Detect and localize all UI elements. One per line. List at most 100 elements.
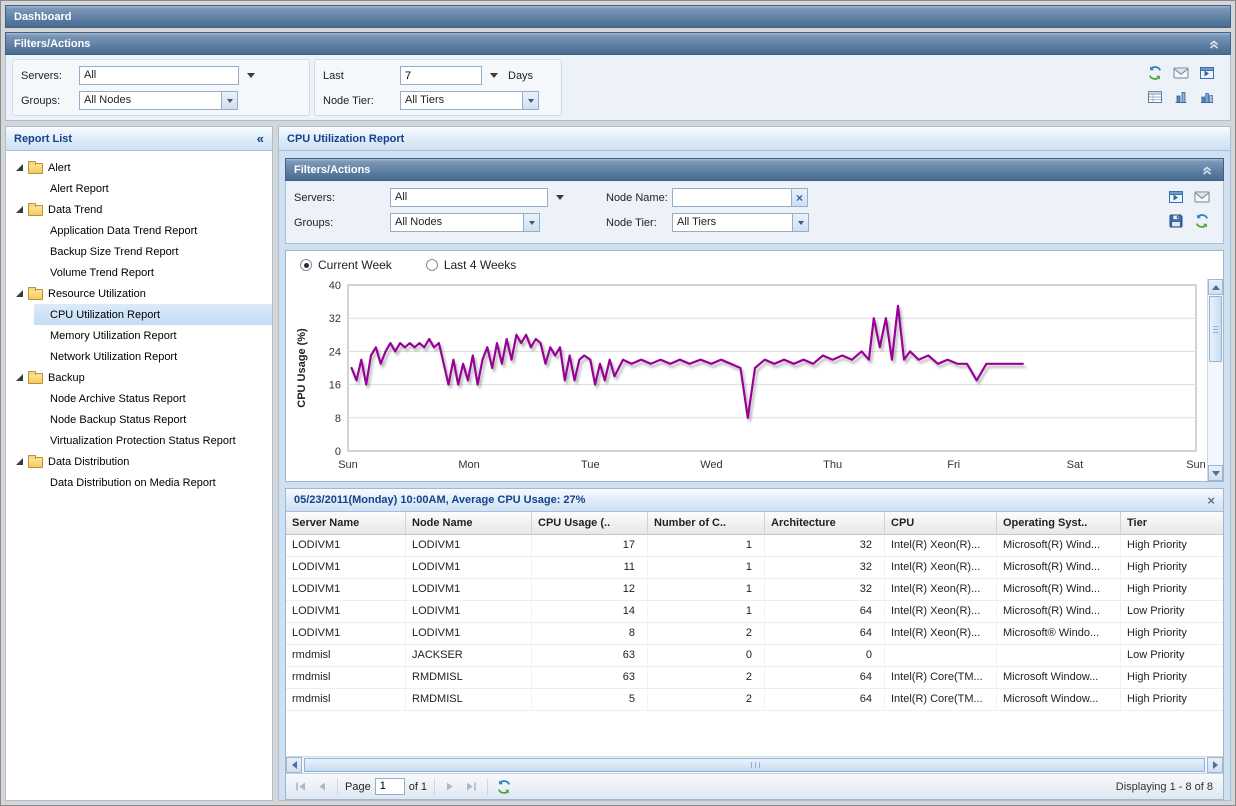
radio-current-week[interactable]: Current Week <box>300 258 392 272</box>
tree-folder-item[interactable]: Alert <box>6 157 272 178</box>
table-row[interactable]: LODIVM1LODIVM111132Intel(R) Xeon(R)...Mi… <box>286 557 1223 579</box>
expanded-node-icon[interactable] <box>16 374 23 381</box>
report-list-item[interactable]: Volume Trend Report <box>34 262 272 283</box>
table-cell <box>997 645 1121 666</box>
scroll-left-icon[interactable] <box>286 757 302 773</box>
vscroll-thumb[interactable] <box>1209 296 1222 362</box>
first-page-icon[interactable] <box>292 778 309 795</box>
dropdown-arrow-icon[interactable] <box>523 213 540 232</box>
table-body: LODIVM1LODIVM117132Intel(R) Xeon(R)...Mi… <box>286 535 1223 711</box>
table-cell: RMDMISL <box>406 689 532 710</box>
table-row[interactable]: rmdmislJACKSER6300Low Priority <box>286 645 1223 667</box>
node-tier-combo[interactable]: All Tiers <box>400 91 523 110</box>
close-icon[interactable]: × <box>1207 493 1215 508</box>
column-header[interactable]: Operating Syst.. <box>997 512 1121 534</box>
report-list-item[interactable]: CPU Utilization Report <box>34 304 272 325</box>
scroll-up-icon[interactable] <box>1208 279 1223 295</box>
export-icon[interactable] <box>1198 64 1216 82</box>
report-list-item[interactable]: Network Utilization Report <box>34 346 272 367</box>
report-list-item[interactable]: Node Archive Status Report <box>34 388 272 409</box>
report-list-item[interactable]: Data Distribution on Media Report <box>34 472 272 493</box>
column-header[interactable]: CPU Usage (.. <box>532 512 648 534</box>
table-cell: 64 <box>765 623 885 644</box>
column-header[interactable]: Number of C.. <box>648 512 765 534</box>
dropdown-arrow-icon[interactable] <box>221 91 238 110</box>
expanded-node-icon[interactable] <box>16 206 23 213</box>
report-list-item[interactable]: Alert Report <box>34 178 272 199</box>
dropdown-arrow-icon[interactable] <box>522 91 539 110</box>
servers-combo[interactable]: All <box>390 188 548 207</box>
radio-icon[interactable] <box>300 259 312 271</box>
expanded-node-icon[interactable] <box>16 164 23 171</box>
dropdown-arrow-icon[interactable] <box>556 195 564 200</box>
expanded-node-icon[interactable] <box>16 290 23 297</box>
column-header[interactable]: Server Name <box>286 512 406 534</box>
radio-icon[interactable] <box>426 259 438 271</box>
report-item-label: Virtualization Protection Status Report <box>50 435 236 447</box>
tree-folder-item[interactable]: Backup <box>6 367 272 388</box>
table-cell: Microsoft Window... <box>997 689 1121 710</box>
report-list-item[interactable]: Application Data Trend Report <box>34 220 272 241</box>
summary-view-icon[interactable] <box>1146 88 1164 106</box>
top-filters-header[interactable]: Filters/Actions <box>5 32 1231 55</box>
table-row[interactable]: rmdmislRMDMISL63264Intel(R) Core(TM...Mi… <box>286 667 1223 689</box>
table-row[interactable]: LODIVM1LODIVM114164Intel(R) Xeon(R)...Mi… <box>286 601 1223 623</box>
application-window: Dashboard Filters/Actions Servers: All G… <box>0 0 1236 806</box>
page-number-input[interactable] <box>375 778 405 795</box>
groups-combo[interactable]: All Nodes <box>79 91 222 110</box>
column-header[interactable]: Architecture <box>765 512 885 534</box>
save-icon[interactable] <box>1167 212 1185 230</box>
column-chart-icon[interactable] <box>1198 88 1216 106</box>
column-header[interactable]: Tier <box>1121 512 1223 534</box>
prev-page-icon[interactable] <box>313 778 330 795</box>
email-icon[interactable] <box>1193 188 1211 206</box>
email-icon[interactable] <box>1172 64 1190 82</box>
table-cell: High Priority <box>1121 557 1223 578</box>
column-header[interactable]: Node Name <box>406 512 532 534</box>
last-days-input[interactable] <box>400 66 482 85</box>
table-row[interactable]: rmdmislRMDMISL5264Intel(R) Core(TM...Mic… <box>286 689 1223 711</box>
refresh-icon[interactable] <box>495 778 512 795</box>
column-header[interactable]: CPU <box>885 512 997 534</box>
table-cell: 63 <box>532 667 648 688</box>
report-list-item[interactable]: Virtualization Protection Status Report <box>34 430 272 451</box>
groups-combo[interactable]: All Nodes <box>390 213 524 232</box>
scroll-right-icon[interactable] <box>1207 757 1223 773</box>
table-header-row: Server NameNode NameCPU Usage (..Number … <box>286 512 1223 535</box>
tree-folder-item[interactable]: Resource Utilization <box>6 283 272 304</box>
collapse-up-icon[interactable] <box>1206 36 1222 52</box>
last-page-icon[interactable] <box>463 778 480 795</box>
table-cell: Microsoft(R) Wind... <box>997 535 1121 556</box>
table-row[interactable]: LODIVM1LODIVM18264Intel(R) Xeon(R)...Mic… <box>286 623 1223 645</box>
hscroll-thumb[interactable] <box>304 758 1205 772</box>
table-row[interactable]: LODIVM1LODIVM112132Intel(R) Xeon(R)...Mi… <box>286 579 1223 601</box>
dropdown-arrow-icon[interactable] <box>490 73 498 78</box>
refresh-icon[interactable] <box>1193 212 1211 230</box>
node-tier-combo[interactable]: All Tiers <box>672 213 793 232</box>
servers-combo[interactable]: All <box>79 66 239 85</box>
clear-icon[interactable]: × <box>791 188 808 207</box>
export-icon[interactable] <box>1167 188 1185 206</box>
expanded-node-icon[interactable] <box>16 458 23 465</box>
scroll-down-icon[interactable] <box>1208 465 1223 481</box>
bar-chart-icon[interactable] <box>1172 88 1190 106</box>
collapse-left-icon[interactable]: « <box>257 131 264 146</box>
refresh-icon[interactable] <box>1146 64 1164 82</box>
dropdown-arrow-icon[interactable] <box>792 213 809 232</box>
report-list-item[interactable]: Node Backup Status Report <box>34 409 272 430</box>
radio-last-4-weeks[interactable]: Last 4 Weeks <box>426 258 516 272</box>
table-row[interactable]: LODIVM1LODIVM117132Intel(R) Xeon(R)...Mi… <box>286 535 1223 557</box>
collapse-up-icon[interactable] <box>1199 162 1215 178</box>
tree-folder-item[interactable]: Data Distribution <box>6 451 272 472</box>
table-cell: High Priority <box>1121 535 1223 556</box>
node-name-input[interactable] <box>672 188 792 207</box>
table-cell: LODIVM1 <box>286 557 406 578</box>
report-filters-header[interactable]: Filters/Actions <box>285 158 1224 181</box>
report-list-item[interactable]: Backup Size Trend Report <box>34 241 272 262</box>
dropdown-arrow-icon[interactable] <box>247 73 255 78</box>
report-list-item[interactable]: Memory Utilization Report <box>34 325 272 346</box>
tree-folder-item[interactable]: Data Trend <box>6 199 272 220</box>
top-filters-panel: Filters/Actions Servers: All Groups: All… <box>5 32 1231 121</box>
groups-label: Groups: <box>21 95 79 107</box>
next-page-icon[interactable] <box>442 778 459 795</box>
